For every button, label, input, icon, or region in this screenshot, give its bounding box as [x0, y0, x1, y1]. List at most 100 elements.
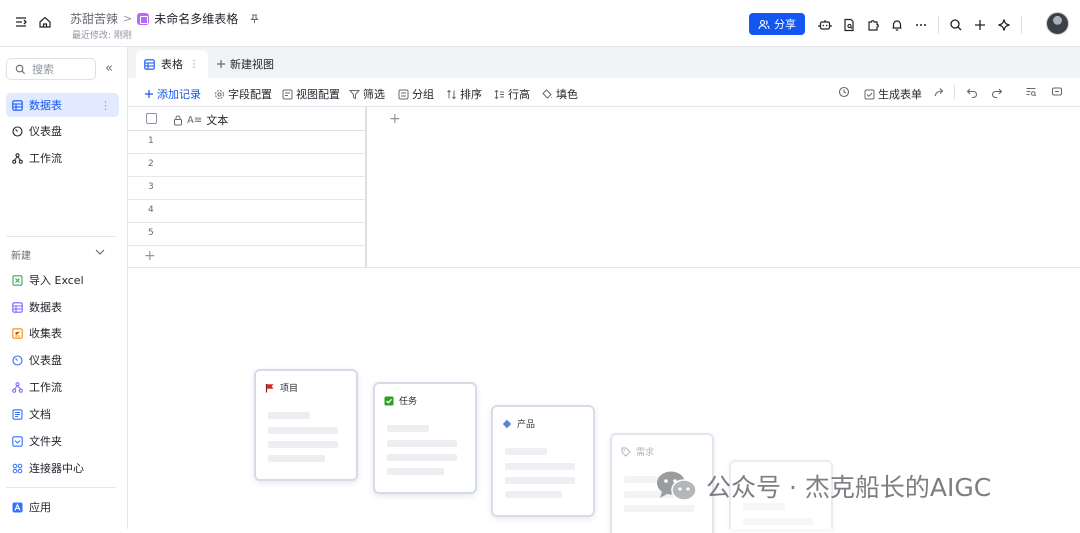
workflow-icon: [12, 381, 23, 393]
tab-label: 表格: [161, 58, 183, 71]
text-column-header[interactable]: A≡ 文本: [173, 112, 228, 128]
new-document[interactable]: 文档: [6, 402, 119, 426]
new-form[interactable]: 收集表: [6, 321, 119, 345]
share-users-icon: [758, 19, 770, 29]
share-export-icon[interactable]: [933, 86, 945, 100]
sidebar-search-input[interactable]: 搜索: [6, 58, 96, 80]
table-row[interactable]: 1: [128, 131, 366, 154]
breadcrumb-separator: >: [123, 12, 133, 25]
row-height-button[interactable]: 行高: [494, 86, 530, 102]
gear-icon: [215, 89, 224, 99]
excel-icon: [12, 274, 23, 286]
avatar[interactable]: [1046, 12, 1069, 35]
search-icon[interactable]: [949, 18, 963, 32]
template-card-product[interactable]: 产品: [491, 405, 595, 517]
watermark: 公众号 · 杰克船长的AIGC: [656, 468, 991, 504]
new-import-excel[interactable]: 导入 Excel: [6, 268, 119, 292]
template-card-task[interactable]: 任务: [373, 382, 477, 494]
table-icon: [144, 58, 155, 70]
sidebar-divider: [6, 236, 116, 237]
watermark-text: 公众号 · 杰克船长的AIGC: [706, 473, 992, 502]
field-config-button[interactable]: 字段配置: [214, 86, 272, 102]
comment-icon[interactable]: [1051, 86, 1063, 100]
sidebar-item-workflow[interactable]: 工作流: [6, 146, 119, 170]
doc-title[interactable]: 未命名多维表格: [154, 10, 238, 27]
table-row[interactable]: 5: [128, 223, 366, 246]
chevron-down-icon[interactable]: [95, 247, 105, 260]
pin-icon[interactable]: [249, 13, 260, 24]
sidebar-item-label: 仪表盘: [29, 125, 62, 138]
card-placeholder-bar: [268, 427, 338, 434]
table-row[interactable]: 2: [128, 154, 366, 177]
fill-color-label: 填色: [556, 88, 578, 101]
view-config-button[interactable]: 视图配置: [282, 86, 340, 102]
new-dashboard[interactable]: 仪表盘: [6, 348, 119, 372]
new-connector-center[interactable]: 连接器中心: [6, 456, 119, 480]
generate-form-button[interactable]: 生成表单: [864, 86, 922, 102]
sort-button[interactable]: 排序: [446, 86, 482, 102]
new-item-label: 工作流: [29, 381, 62, 394]
sidebar-item-datatable[interactable]: 数据表 ⋮: [6, 93, 119, 117]
share-button[interactable]: 分享: [749, 13, 805, 35]
menu-expand-icon[interactable]: [14, 15, 28, 29]
breadcrumb-user[interactable]: 苏甜苦辣: [70, 10, 118, 27]
more-icon[interactable]: [914, 18, 928, 32]
field-config-label: 字段配置: [228, 88, 272, 101]
card-title: 项目: [265, 381, 298, 394]
column-header-label: 文本: [206, 114, 229, 127]
template-card-project[interactable]: 项目: [254, 369, 358, 481]
redo-icon[interactable]: [991, 86, 1003, 100]
sidebar: 搜索 « 数据表 ⋮ 仪表盘 工作流 新建 导入 Excel 数据表 收集表 仪…: [0, 47, 128, 529]
document-search-icon[interactable]: [842, 18, 856, 32]
table-row[interactable]: 3: [128, 177, 366, 200]
card-title: 需求: [621, 445, 654, 458]
row-number: 2: [148, 159, 154, 169]
new-workflow[interactable]: 工作流: [6, 375, 119, 399]
card-placeholder-bar: [505, 463, 575, 470]
row-number: 1: [148, 136, 154, 146]
ai-sparkle-icon[interactable]: [997, 18, 1011, 32]
collapse-sidebar-icon[interactable]: «: [105, 62, 113, 75]
robot-icon[interactable]: [818, 18, 832, 32]
search-records-icon[interactable]: [1025, 86, 1037, 100]
card-title: 任务: [384, 394, 417, 407]
header-divider: [938, 16, 939, 34]
history-icon[interactable]: [838, 86, 850, 100]
flag-icon: [265, 383, 274, 392]
sidebar-item-apps[interactable]: 应用: [6, 495, 119, 519]
wechat-icon: [656, 469, 698, 503]
header-divider-2: [1021, 16, 1022, 34]
fill-color-button[interactable]: 填色: [542, 86, 578, 102]
plus-icon[interactable]: [973, 18, 987, 32]
add-record-button[interactable]: 添加记录: [144, 86, 201, 102]
card-title-label: 任务: [399, 397, 418, 407]
add-column-icon[interactable]: +: [389, 112, 401, 126]
more-vertical-icon[interactable]: ⋮: [100, 99, 111, 112]
add-row-icon[interactable]: +: [144, 249, 156, 263]
new-item-label: 数据表: [29, 301, 62, 314]
card-placeholder-bar: [387, 468, 444, 475]
bell-icon[interactable]: [890, 18, 904, 32]
plugin-icon[interactable]: [866, 18, 880, 32]
filter-button[interactable]: 筛选: [349, 86, 385, 102]
tab-table-view[interactable]: 表格 ⋮: [136, 50, 208, 78]
new-view-label: 新建视图: [230, 58, 274, 71]
diamond-icon: [502, 419, 512, 428]
filter-label: 筛选: [363, 88, 385, 101]
card-placeholder-bar: [624, 505, 694, 512]
home-icon[interactable]: [38, 15, 52, 29]
paint-bucket-icon: [542, 88, 552, 99]
new-folder[interactable]: 文件夹: [6, 429, 119, 453]
group-button[interactable]: 分组: [398, 86, 434, 102]
workflow-icon: [12, 152, 23, 164]
new-item-label: 导入 Excel: [29, 274, 84, 287]
tab-more-icon[interactable]: ⋮: [189, 59, 199, 70]
new-datatable[interactable]: 数据表: [6, 295, 119, 319]
table-row[interactable]: 4: [128, 200, 366, 223]
new-view-button[interactable]: 新建视图: [216, 56, 274, 72]
undo-icon[interactable]: [966, 86, 978, 100]
card-placeholder-bar: [505, 477, 575, 484]
select-all-checkbox[interactable]: [146, 113, 157, 124]
card-placeholder-bar: [268, 441, 338, 448]
sidebar-item-dashboard[interactable]: 仪表盘: [6, 119, 119, 143]
